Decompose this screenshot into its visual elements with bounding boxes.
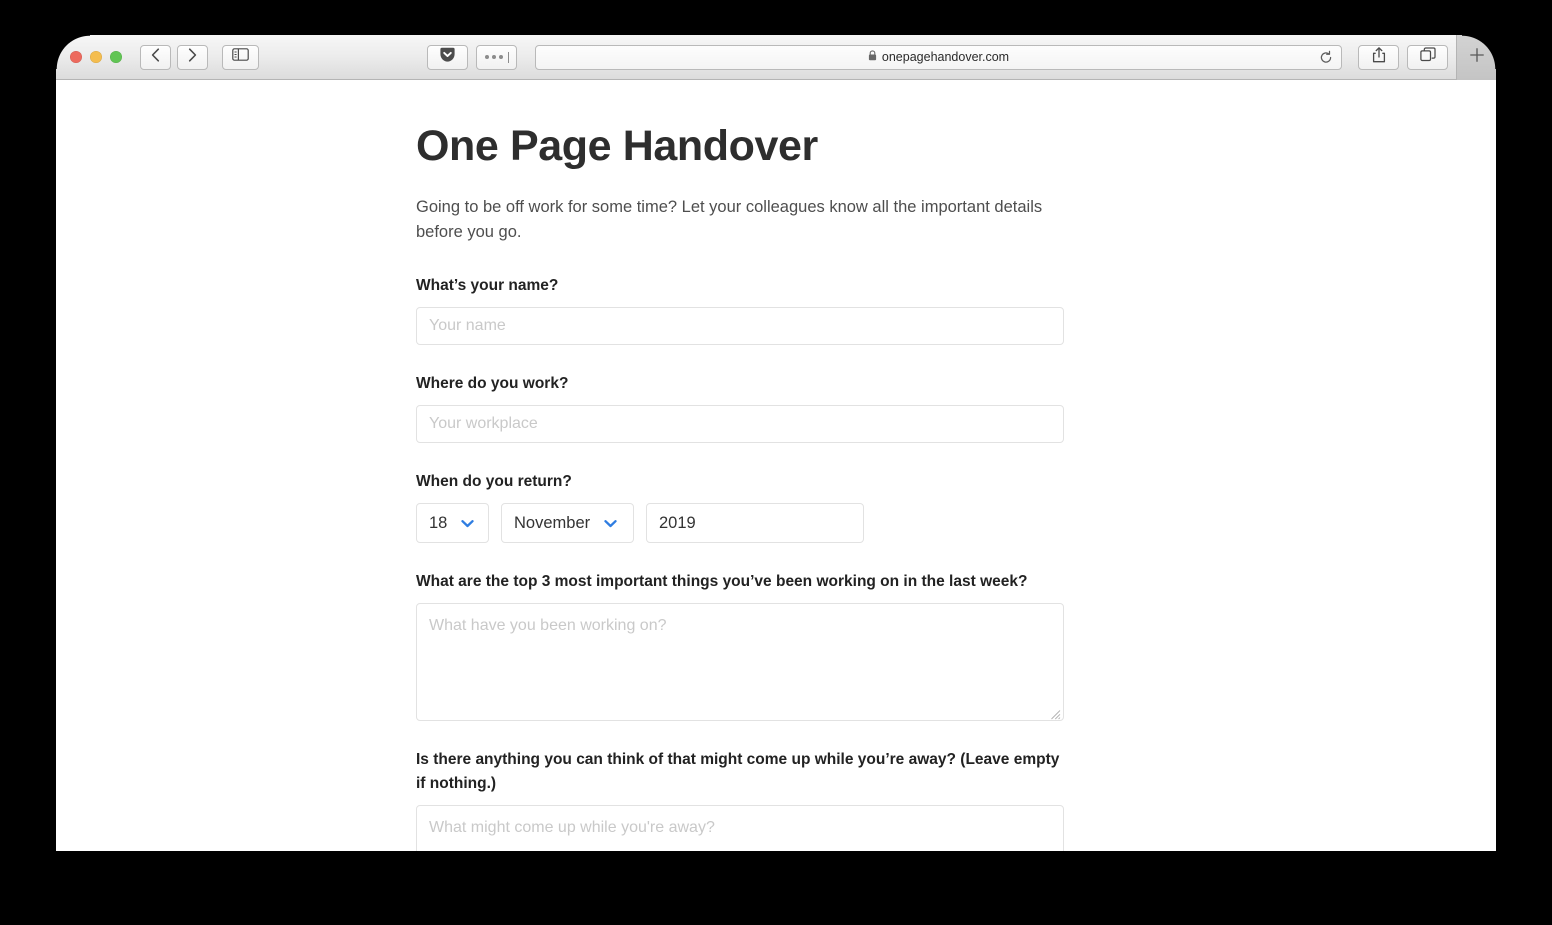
working-on-wrap: [416, 603, 1064, 722]
browser-window: onepagehandover.com One Page Handover Go…: [56, 35, 1496, 851]
working-on-textarea[interactable]: [416, 603, 1064, 722]
close-window-button[interactable]: [70, 51, 82, 63]
ellipsis-icon: [484, 51, 509, 63]
month-select[interactable]: November: [501, 503, 634, 544]
tab-overview-button[interactable]: [1407, 44, 1448, 70]
come-up-label: Is there anything you can think of that …: [416, 751, 1060, 793]
page-subtitle: Going to be off work for some time? Let …: [416, 198, 1043, 241]
pocket-icon: [439, 47, 456, 68]
chevron-down-icon: [604, 519, 617, 528]
extension-buttons: [427, 44, 517, 70]
minimize-window-button[interactable]: [90, 51, 102, 63]
day-select-value: 18: [429, 513, 448, 532]
tabs-icon: [1419, 47, 1436, 67]
new-tab-button[interactable]: [1456, 35, 1496, 80]
address-bar-content: onepagehandover.com: [868, 50, 1009, 64]
field-workplace: Where do you work?: [416, 372, 1064, 444]
screen: onepagehandover.com One Page Handover Go…: [0, 0, 1552, 925]
field-name: What’s your name?: [416, 274, 1064, 346]
come-up-wrap: [416, 805, 1064, 851]
browser-toolbar: onepagehandover.com: [56, 35, 1496, 80]
year-input[interactable]: [646, 503, 864, 544]
chevron-down-icon: [461, 519, 475, 528]
workplace-input[interactable]: [416, 405, 1064, 444]
page-title: One Page Handover: [416, 122, 818, 170]
share-icon: [1372, 46, 1386, 68]
plus-icon: [1469, 47, 1485, 68]
chevron-left-icon: [151, 47, 160, 67]
address-bar[interactable]: onepagehandover.com: [535, 44, 1342, 70]
field-working-on: What are the top 3 most important things…: [416, 570, 1064, 722]
url-text: onepagehandover.com: [881, 50, 1010, 64]
day-select[interactable]: 18: [416, 503, 489, 544]
pocket-button[interactable]: [427, 44, 468, 70]
forward-button[interactable]: [177, 44, 208, 70]
chevron-right-icon: [188, 47, 197, 67]
name-label: What’s your name?: [416, 277, 559, 295]
return-date-row: 18 November: [416, 503, 1064, 544]
come-up-textarea[interactable]: [416, 805, 1064, 851]
page-viewport: One Page Handover Going to be off work f…: [56, 80, 1496, 851]
more-actions-button[interactable]: [476, 44, 517, 70]
field-come-up: Is there anything you can think of that …: [416, 748, 1064, 851]
sidebar-toggle-button[interactable]: [222, 44, 259, 70]
share-button[interactable]: [1358, 44, 1399, 70]
return-date-label: When do you return?: [416, 473, 572, 491]
lock-icon: [868, 50, 877, 64]
back-button[interactable]: [140, 44, 171, 70]
window-controls: [70, 51, 122, 63]
toolbar-actions: [1358, 44, 1448, 70]
reload-button[interactable]: [1318, 50, 1333, 65]
field-return-date: When do you return? 18 November: [416, 470, 1064, 544]
navigation-buttons: [140, 44, 208, 70]
month-select-value: November: [514, 513, 591, 532]
name-input[interactable]: [416, 307, 1064, 346]
form-container: One Page Handover Going to be off work f…: [416, 123, 1064, 851]
working-on-label: What are the top 3 most important things…: [416, 573, 1028, 591]
sidebar-icon: [232, 48, 249, 66]
zoom-window-button[interactable]: [110, 51, 122, 63]
workplace-label: Where do you work?: [416, 375, 569, 393]
